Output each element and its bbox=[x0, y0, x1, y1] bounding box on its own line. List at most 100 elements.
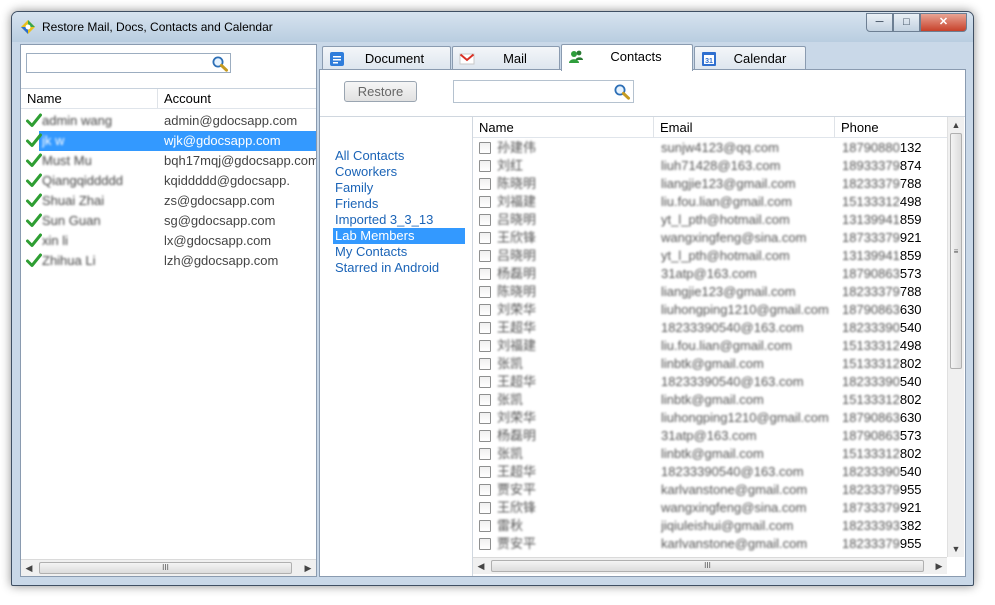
row-checkbox[interactable] bbox=[479, 538, 491, 550]
contact-row[interactable]: 吕晓明 yt_l_pth@hotmail.com 13139941859 bbox=[473, 247, 947, 265]
account-name: Shuai Zhai bbox=[42, 193, 105, 208]
contact-name: 杨磊明 bbox=[497, 266, 537, 281]
col-account-header[interactable]: Account bbox=[158, 89, 316, 108]
scroll-up-arrow[interactable]: ▲ bbox=[948, 117, 964, 133]
row-checkbox[interactable] bbox=[479, 196, 491, 208]
contact-row[interactable]: 张凯 linbtk@gmail.com 15133312802 bbox=[473, 391, 947, 409]
restore-button[interactable]: Restore bbox=[344, 81, 417, 102]
account-row[interactable]: xin li lx@gdocsapp.com bbox=[21, 231, 316, 251]
contact-row[interactable]: 刘荣华 liuhongping1210@gmail.com 18790863630 bbox=[473, 409, 947, 427]
row-checkbox[interactable] bbox=[479, 520, 491, 532]
contact-row[interactable]: 陈晓明 liangjie123@gmail.com 18233379788 bbox=[473, 175, 947, 193]
row-checkbox[interactable] bbox=[479, 322, 491, 334]
col-name-header[interactable]: Name bbox=[21, 89, 158, 108]
search-icon[interactable] bbox=[211, 55, 229, 72]
contact-row[interactable]: 陈晓明 liangjie123@gmail.com 18233379788 bbox=[473, 283, 947, 301]
col-phone-header[interactable]: Phone bbox=[835, 117, 947, 138]
accounts-hscroll[interactable]: ◀ III ▶ bbox=[21, 559, 316, 576]
contact-row[interactable]: 刘福建 liu.fou.lian@gmail.com 15133312498 bbox=[473, 193, 947, 211]
contact-row[interactable]: 刘荣华 liuhongping1210@gmail.com 18790863630 bbox=[473, 301, 947, 319]
account-row[interactable]: admin wang admin@gdocsapp.com bbox=[21, 111, 316, 131]
row-checkbox[interactable] bbox=[479, 178, 491, 190]
scroll-thumb[interactable]: III bbox=[491, 560, 924, 572]
row-checkbox[interactable] bbox=[479, 394, 491, 406]
contact-row[interactable]: 杨磊明 31atp@163.com 18790863573 bbox=[473, 427, 947, 445]
col-name-header[interactable]: Name bbox=[473, 117, 654, 138]
account-row[interactable]: Shuai Zhai zs@gdocsapp.com bbox=[21, 191, 316, 211]
group-item[interactable]: My Contacts bbox=[333, 244, 465, 260]
contact-row[interactable]: 刘福建 liu.fou.lian@gmail.com 15133312498 bbox=[473, 337, 947, 355]
row-checkbox[interactable] bbox=[479, 142, 491, 154]
scroll-down-arrow[interactable]: ▼ bbox=[948, 541, 964, 557]
contact-row[interactable]: 王欣锋 wangxingfeng@sina.com 18733379921 bbox=[473, 229, 947, 247]
account-row[interactable]: Zhihua Li lzh@gdocsapp.com bbox=[21, 251, 316, 271]
contacts-search-input[interactable] bbox=[454, 81, 604, 102]
contact-row[interactable]: 王超华 18233390540@163.com 18233390540 bbox=[473, 373, 947, 391]
search-icon[interactable] bbox=[613, 83, 631, 100]
group-item[interactable]: Family bbox=[333, 180, 465, 196]
tab-contacts[interactable]: Contacts bbox=[561, 44, 693, 71]
contact-row[interactable]: 张凯 linbtk@gmail.com 15133312802 bbox=[473, 355, 947, 373]
group-item[interactable]: Lab Members bbox=[333, 228, 465, 244]
contact-row[interactable]: 雷秋 jiqiuleishui@gmail.com 18233393382 bbox=[473, 517, 947, 535]
scroll-thumb[interactable]: III bbox=[39, 562, 292, 574]
group-item[interactable]: All Contacts bbox=[333, 148, 465, 164]
title-bar[interactable]: Restore Mail, Docs, Contacts and Calenda… bbox=[12, 12, 973, 42]
row-checkbox[interactable] bbox=[479, 412, 491, 424]
group-item[interactable]: Friends bbox=[333, 196, 465, 212]
account-email: kqiddddd@gdocsapp. bbox=[164, 173, 290, 188]
row-checkbox[interactable] bbox=[479, 376, 491, 388]
tab-calendar[interactable]: 31 Calendar bbox=[694, 46, 806, 70]
contacts-vscroll[interactable]: ▲ ≡ ▼ bbox=[947, 117, 964, 557]
tab-document[interactable]: Document bbox=[322, 46, 451, 70]
row-checkbox[interactable] bbox=[479, 286, 491, 298]
contact-row[interactable]: 王超华 18233390540@163.com 18233390540 bbox=[473, 463, 947, 481]
tab-mail[interactable]: Mail bbox=[452, 46, 560, 70]
contact-row[interactable]: 孙建伟 sunjw4123@qq.com 18790880132 bbox=[473, 139, 947, 157]
contacts-hscroll[interactable]: ◀ III ▶ bbox=[473, 557, 947, 574]
row-checkbox[interactable] bbox=[479, 214, 491, 226]
close-button[interactable]: ✕ bbox=[920, 13, 967, 32]
row-checkbox[interactable] bbox=[479, 250, 491, 262]
row-checkbox[interactable] bbox=[479, 466, 491, 478]
contact-phone: 18790863573 bbox=[842, 265, 946, 283]
account-name: Sun Guan bbox=[42, 213, 101, 228]
row-checkbox[interactable] bbox=[479, 160, 491, 172]
row-checkbox[interactable] bbox=[479, 340, 491, 352]
contact-row[interactable]: 贾安平 karlvanstone@gmail.com 18233379955 bbox=[473, 535, 947, 553]
scroll-thumb[interactable]: ≡ bbox=[950, 133, 962, 369]
col-email-header[interactable]: Email bbox=[654, 117, 835, 138]
contact-row[interactable]: 王欣锋 wangxingfeng@sina.com 18733379921 bbox=[473, 499, 947, 517]
contact-row[interactable]: 贾安平 karlvanstone@gmail.com 18233379955 bbox=[473, 481, 947, 499]
account-row[interactable]: jk w wjk@gdocsapp.com bbox=[21, 131, 316, 151]
contact-row[interactable]: 刘红 liuh71428@163.com 18933379874 bbox=[473, 157, 947, 175]
contact-name: 刘荣华 bbox=[497, 302, 537, 317]
group-item[interactable]: Coworkers bbox=[333, 164, 465, 180]
contact-row[interactable]: 杨磊明 31atp@163.com 18790863573 bbox=[473, 265, 947, 283]
scroll-left-arrow[interactable]: ◀ bbox=[473, 558, 489, 574]
scroll-right-arrow[interactable]: ▶ bbox=[300, 560, 316, 576]
scroll-left-arrow[interactable]: ◀ bbox=[21, 560, 37, 576]
row-checkbox[interactable] bbox=[479, 232, 491, 244]
row-checkbox[interactable] bbox=[479, 448, 491, 460]
account-row[interactable]: Sun Guan sg@gdocsapp.com bbox=[21, 211, 316, 231]
group-item[interactable]: Imported 3_3_13 bbox=[333, 212, 465, 228]
minimize-button[interactable]: ─ bbox=[866, 13, 893, 32]
row-checkbox[interactable] bbox=[479, 484, 491, 496]
row-checkbox[interactable] bbox=[479, 502, 491, 514]
phone-suffix: 540 bbox=[899, 374, 922, 389]
contact-row[interactable]: 吕晓明 yt_l_pth@hotmail.com 13139941859 bbox=[473, 211, 947, 229]
contact-row[interactable]: 张凯 linbtk@gmail.com 15133312802 bbox=[473, 445, 947, 463]
scroll-right-arrow[interactable]: ▶ bbox=[931, 558, 947, 574]
account-search-input[interactable] bbox=[27, 54, 207, 72]
row-checkbox[interactable] bbox=[479, 268, 491, 280]
group-item[interactable]: Starred in Android bbox=[333, 260, 465, 276]
row-checkbox[interactable] bbox=[479, 304, 491, 316]
row-checkbox[interactable] bbox=[479, 430, 491, 442]
contact-row[interactable]: 王超华 18233390540@163.com 18233390540 bbox=[473, 319, 947, 337]
maximize-button[interactable]: □ bbox=[893, 13, 920, 32]
account-row[interactable]: Qiangqiddddd kqiddddd@gdocsapp. bbox=[21, 171, 316, 191]
account-row[interactable]: Must Mu bqh17mqj@gdocsapp.com bbox=[21, 151, 316, 171]
row-checkbox[interactable] bbox=[479, 358, 491, 370]
contact-phone: 18233390540 bbox=[842, 463, 946, 481]
